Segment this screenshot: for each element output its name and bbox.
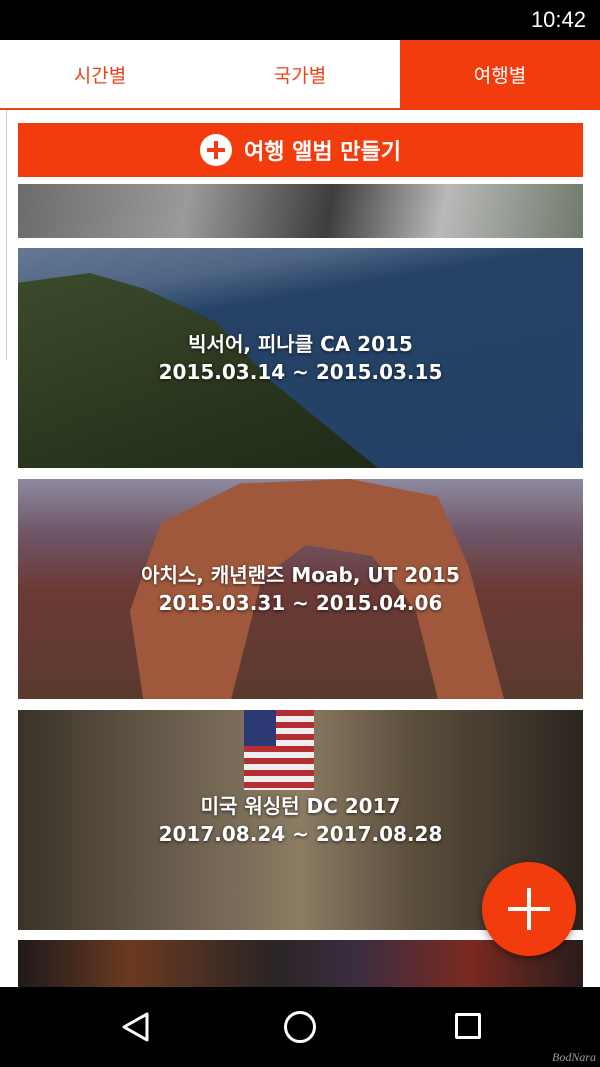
- tab-by-trip[interactable]: 여행별: [400, 40, 600, 110]
- album-title: 미국 워싱턴 DC 2017: [200, 794, 401, 818]
- drawer-edge[interactable]: [0, 110, 7, 360]
- tab-by-time[interactable]: 시간별: [0, 40, 200, 110]
- navigation-bar: [0, 987, 600, 1067]
- status-bar: 10:42: [0, 0, 600, 40]
- add-fab-button[interactable]: [482, 862, 576, 956]
- album-dates: 2017.08.24 ~ 2017.08.28: [158, 822, 443, 846]
- album-dates: 2015.03.31 ~ 2015.04.06: [158, 591, 443, 615]
- album-card-partial[interactable]: [18, 184, 583, 238]
- recents-icon[interactable]: [455, 1013, 481, 1039]
- back-icon[interactable]: [120, 1011, 150, 1043]
- watermark: BodNara: [551, 1050, 596, 1064]
- plus-circle-icon: [200, 134, 232, 166]
- album-dates: 2015.03.14 ~ 2015.03.15: [158, 360, 443, 384]
- home-icon[interactable]: [284, 1011, 316, 1043]
- album-card[interactable]: 빅서어, 피나클 CA 2015 2015.03.14 ~ 2015.03.15: [18, 248, 583, 468]
- album-card[interactable]: 아치스, 캐년랜즈 Moab, UT 2015 2015.03.31 ~ 201…: [18, 479, 583, 699]
- album-card-partial[interactable]: [18, 940, 583, 987]
- tab-bar: 시간별 국가별 여행별: [0, 40, 600, 110]
- create-album-button[interactable]: 여행 앨범 만들기: [18, 123, 583, 177]
- album-cover-image: [244, 710, 314, 790]
- tab-by-country[interactable]: 국가별: [200, 40, 400, 110]
- album-title: 빅서어, 피나클 CA 2015: [188, 332, 413, 356]
- album-title: 아치스, 캐년랜즈 Moab, UT 2015: [141, 563, 460, 587]
- create-album-label: 여행 앨범 만들기: [244, 140, 401, 165]
- status-time: 10:42: [530, 7, 586, 32]
